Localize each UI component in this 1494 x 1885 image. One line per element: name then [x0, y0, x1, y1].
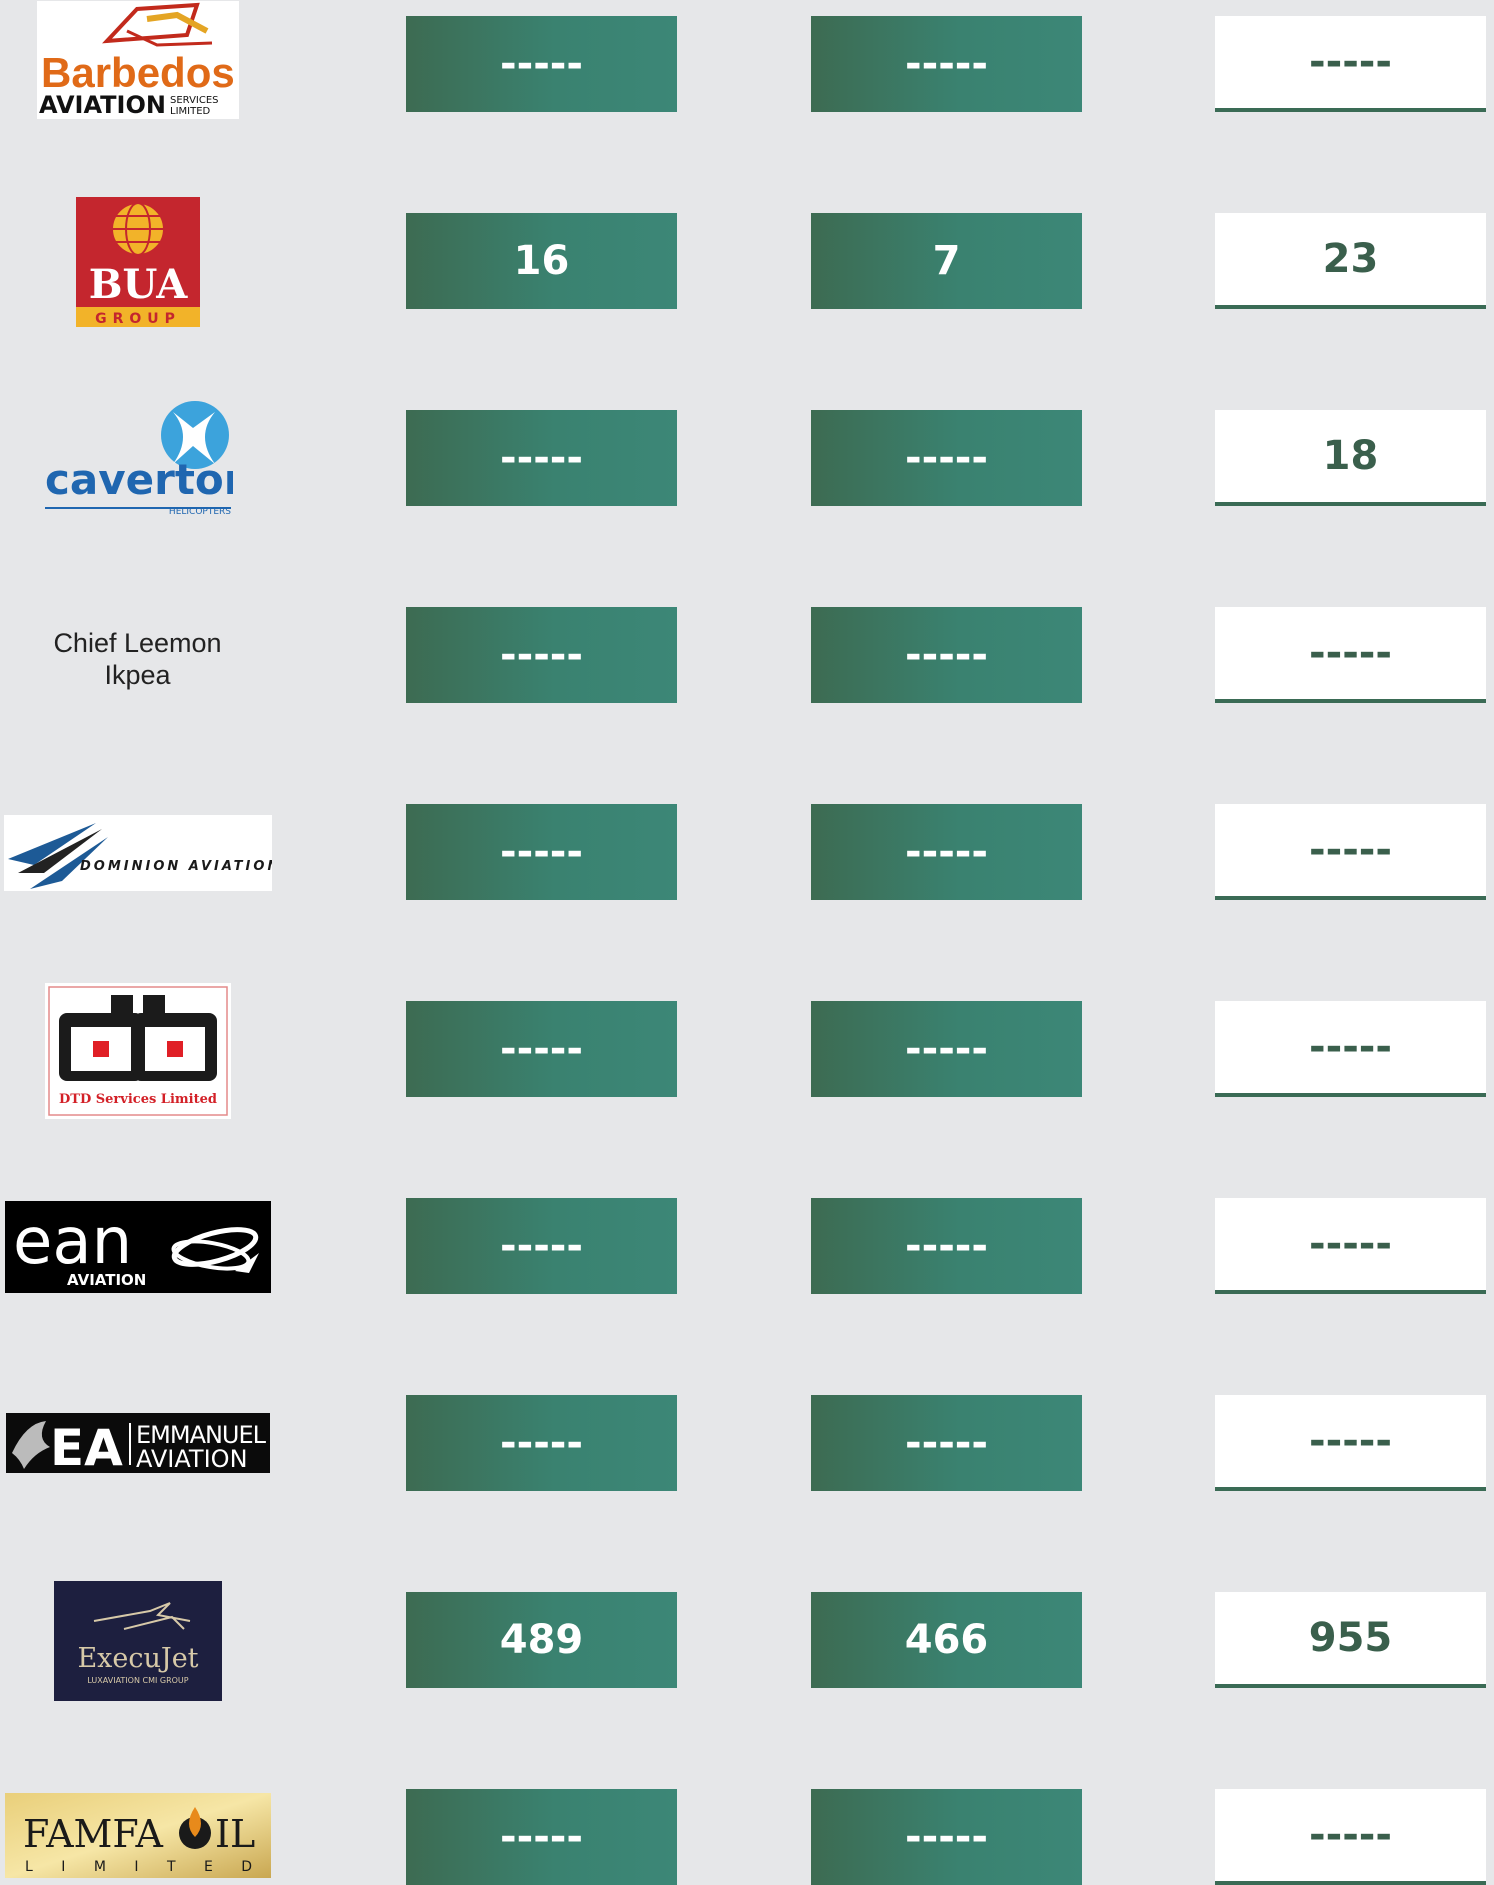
- company-logo-cell: FAMFA IL L I M I T E D: [0, 1793, 275, 1878]
- total-cell: 18: [1215, 410, 1486, 506]
- aircraft-table: Barbedos AVIATION SERVICES LIMITED -----…: [0, 0, 1494, 1885]
- caverton-sub: HELICOPTERS: [168, 507, 230, 517]
- value-cell: -----: [406, 607, 677, 703]
- caverton-name: caverton: [45, 455, 233, 504]
- value-cell: -----: [811, 410, 1082, 506]
- company-name-text: Chief Leemon Ikpea: [53, 628, 222, 690]
- value-cell: -----: [406, 1789, 677, 1885]
- value-cell: -----: [406, 410, 677, 506]
- value-cell: -----: [406, 1001, 677, 1097]
- value-cell: 7: [811, 213, 1082, 309]
- table-row: Chief Leemon Ikpea ----- ----- -----: [0, 591, 1494, 711]
- company-logo-cell: ExecuJet LUXAVIATION CMI GROUP: [0, 1581, 275, 1701]
- value-cell: -----: [811, 1198, 1082, 1294]
- company-logo-cell: EA EMMANUEL AVIATION: [0, 1383, 275, 1503]
- dtd-name: DTD Services Limited: [59, 1092, 217, 1107]
- dominion-name: DOMINION AVIATION: [80, 859, 272, 874]
- famfa-name: FAMFA: [23, 1812, 163, 1856]
- value-cell: -----: [406, 1198, 677, 1294]
- total-cell: -----: [1215, 1395, 1486, 1491]
- famfa-name2: IL: [215, 1812, 255, 1856]
- company-logo-cell: Chief Leemon Ikpea: [0, 599, 275, 719]
- barbedos-logo: Barbedos AVIATION SERVICES LIMITED: [36, 1, 239, 119]
- value-cell: -----: [406, 16, 677, 112]
- total-cell: -----: [1215, 607, 1486, 703]
- table-row: Barbedos AVIATION SERVICES LIMITED -----…: [0, 0, 1494, 120]
- total-cell: 955: [1215, 1592, 1486, 1688]
- value-cell: -----: [811, 804, 1082, 900]
- famfa-logo: FAMFA IL L I M I T E D: [4, 1793, 271, 1878]
- table-row: EA EMMANUEL AVIATION ----- ----- -----: [0, 1379, 1494, 1499]
- ean-name: ean: [13, 1205, 132, 1279]
- value-cell: -----: [811, 1395, 1082, 1491]
- barbedos-name: Barbedos: [41, 49, 235, 96]
- total-cell: -----: [1215, 1789, 1486, 1885]
- company-logo-cell: BUA GROUP: [0, 197, 275, 327]
- total-cell: 23: [1215, 213, 1486, 309]
- value-cell: -----: [811, 607, 1082, 703]
- ean-logo: ean AVIATION: [4, 1201, 271, 1293]
- value-cell: -----: [406, 1395, 677, 1491]
- execujet-logo: ExecuJet LUXAVIATION CMI GROUP: [53, 1581, 222, 1701]
- execujet-name: ExecuJet: [77, 1643, 198, 1674]
- emmanuel-mark: EA: [50, 1419, 123, 1473]
- bua-name: BUA: [88, 261, 187, 308]
- table-row: DOMINION AVIATION ----- ----- -----: [0, 788, 1494, 908]
- emmanuel-line2: AVIATION: [136, 1445, 248, 1473]
- caverton-logo: caverton HELICOPTERS: [44, 401, 233, 517]
- execujet-sub: LUXAVIATION CMI GROUP: [87, 1676, 188, 1685]
- company-logo-cell: Barbedos AVIATION SERVICES LIMITED: [0, 0, 275, 120]
- value-cell: 466: [811, 1592, 1082, 1688]
- company-logo-cell: DTD Services Limited: [0, 983, 275, 1119]
- table-row: ean AVIATION ----- ----- -----: [0, 1182, 1494, 1302]
- ean-sub: AVIATION: [67, 1271, 146, 1289]
- bua-logo: BUA GROUP: [75, 197, 200, 327]
- svg-text:LIMITED: LIMITED: [170, 106, 211, 117]
- total-cell: -----: [1215, 1198, 1486, 1294]
- value-cell: -----: [811, 16, 1082, 112]
- value-cell: -----: [406, 804, 677, 900]
- svg-text:SERVICES: SERVICES: [170, 95, 219, 106]
- company-logo-cell: DOMINION AVIATION: [0, 793, 275, 913]
- dominion-logo: DOMINION AVIATION: [3, 815, 272, 891]
- company-logo-cell: ean AVIATION: [0, 1187, 275, 1307]
- table-row: BUA GROUP 16 7 23: [0, 197, 1494, 327]
- table-row: FAMFA IL L I M I T E D ----- ----- -----: [0, 1773, 1494, 1885]
- barbedos-aviation: AVIATION: [39, 91, 166, 119]
- table-row: DTD Services Limited ----- ----- -----: [0, 983, 1494, 1119]
- company-logo-cell: caverton HELICOPTERS: [0, 398, 275, 518]
- value-cell: 489: [406, 1592, 677, 1688]
- table-row: ExecuJet LUXAVIATION CMI GROUP 489 466 9…: [0, 1576, 1494, 1701]
- bua-sub: GROUP: [95, 311, 181, 327]
- total-cell: -----: [1215, 804, 1486, 900]
- value-cell: 16: [406, 213, 677, 309]
- total-cell: -----: [1215, 16, 1486, 112]
- total-cell: -----: [1215, 1001, 1486, 1097]
- table-row: caverton HELICOPTERS ----- ----- 18: [0, 394, 1494, 517]
- value-cell: -----: [811, 1789, 1082, 1885]
- value-cell: -----: [811, 1001, 1082, 1097]
- famfa-sub: L I M I T E D: [25, 1859, 264, 1875]
- emmanuel-logo: EA EMMANUEL AVIATION: [5, 1413, 270, 1473]
- dtd-logo: DTD Services Limited: [44, 983, 231, 1119]
